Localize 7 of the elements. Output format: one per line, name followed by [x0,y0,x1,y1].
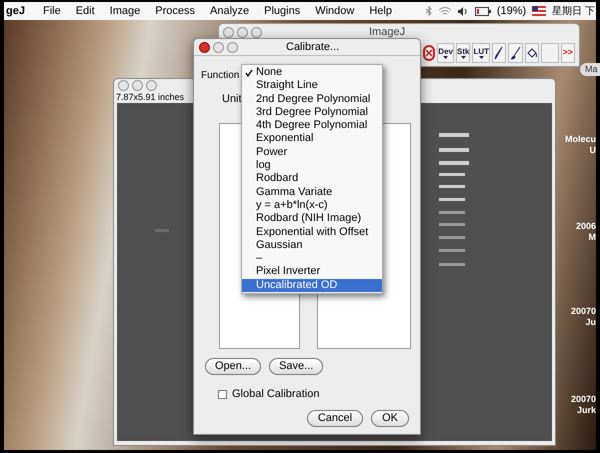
unit-label: Unit [222,92,242,107]
image-info-text: 7.87x5.91 inches [115,92,186,102]
battery-percentage: (19%) [496,4,526,19]
menu-bar-clock: 星期日 下 [552,4,595,18]
dialog-title: Calibrate... [286,40,340,55]
window-title: ImageJ [369,24,406,40]
function-label: Function [201,69,240,83]
